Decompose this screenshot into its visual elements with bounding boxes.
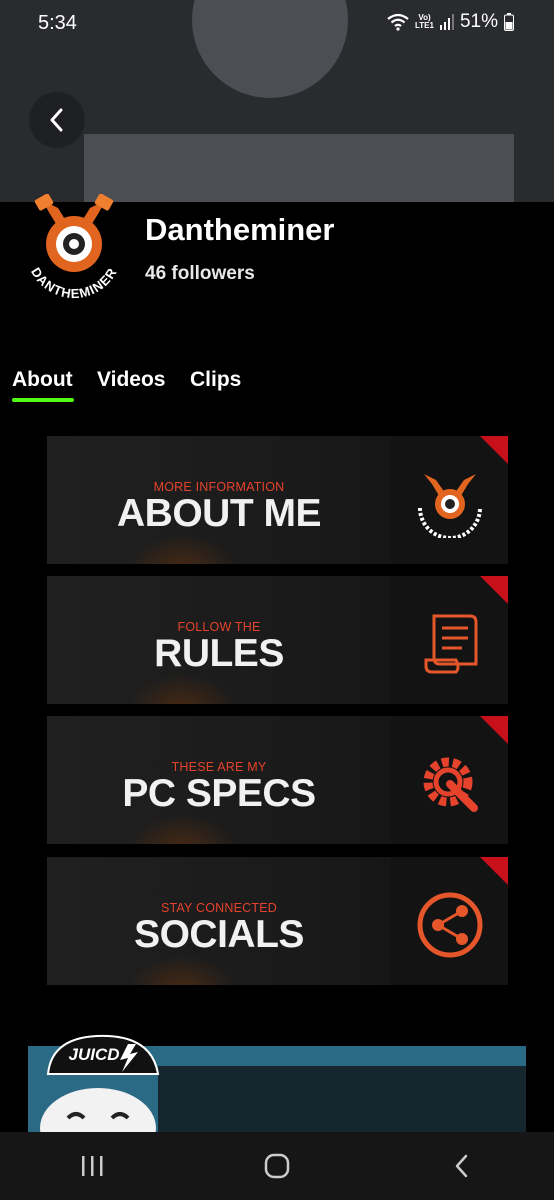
panel-title: RULES <box>154 632 284 675</box>
gear-wrench-icon <box>423 757 478 812</box>
battery-icon <box>504 13 514 31</box>
wifi-icon <box>387 13 409 31</box>
active-tab-indicator <box>12 398 74 402</box>
panel-corner-ribbon <box>480 716 508 744</box>
back-chevron-icon <box>455 1154 467 1178</box>
scroll-icon <box>424 614 478 674</box>
recent-apps-icon <box>82 1156 103 1176</box>
banner-placeholder-circle <box>192 0 348 98</box>
system-back-button[interactable] <box>432 1146 492 1186</box>
volte-indicator: Vo) LTE1 <box>415 13 434 30</box>
channel-avatar[interactable]: DANTHEMINER <box>14 194 134 304</box>
panel-pc-specs[interactable]: THESE ARE MY PC SPECS <box>47 716 508 844</box>
panel-about-me[interactable]: MORE INFORMATION ABOUT ME <box>47 436 508 564</box>
home-icon <box>264 1153 290 1179</box>
svg-text:JUICD: JUICD <box>68 1045 119 1064</box>
share-icon <box>417 892 483 958</box>
battery-percent: 51% <box>459 11 498 32</box>
status-time: 5:34 <box>38 12 77 34</box>
logo-icon <box>418 474 482 538</box>
panel-socials[interactable]: STAY CONNECTED SOCIALS <box>47 857 508 985</box>
status-icons: Vo) LTE1 51% <box>387 11 514 33</box>
juicd-cap-logo: JUICD <box>46 1034 160 1075</box>
follower-count: 46 followers <box>145 263 255 284</box>
channel-name: Dantheminer <box>145 212 335 247</box>
panel-title: SOCIALS <box>134 913 304 956</box>
signal-icon <box>439 14 454 30</box>
chevron-left-icon <box>50 108 63 132</box>
tab-clips[interactable]: Clips <box>190 368 241 392</box>
panel-rules[interactable]: FOLLOW THE RULES <box>47 576 508 704</box>
banner-placeholder-rect <box>84 134 514 202</box>
system-nav-bar <box>0 1132 554 1200</box>
panel-corner-ribbon <box>480 576 508 604</box>
back-button[interactable] <box>29 92 85 148</box>
panel-corner-ribbon <box>480 857 508 885</box>
tab-about[interactable]: About <box>12 368 73 392</box>
home-button[interactable] <box>247 1146 307 1186</box>
panel-title: ABOUT ME <box>117 492 322 535</box>
panel-title: PC SPECS <box>122 772 316 815</box>
panel-corner-ribbon <box>480 436 508 464</box>
tab-videos[interactable]: Videos <box>97 368 165 392</box>
recent-apps-button[interactable] <box>62 1146 122 1186</box>
